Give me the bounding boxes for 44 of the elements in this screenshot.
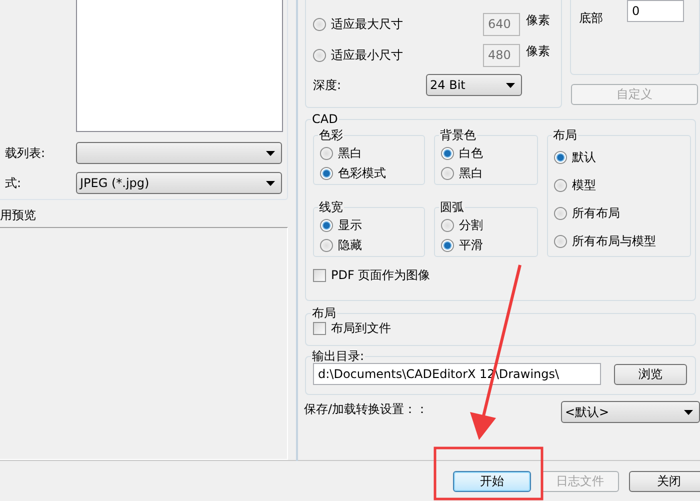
radio-button[interactable]: 适应最小尺寸 — [313, 46, 483, 64]
radio-button[interactable]: 所有布局 — [554, 205, 684, 222]
group-title: 布局 — [552, 128, 578, 142]
radio-button[interactable]: 黑白 — [320, 144, 418, 162]
field-label: 式: — [4, 174, 22, 192]
radio-button[interactable]: 平滑 — [441, 237, 531, 254]
group-title: 色彩 — [318, 128, 344, 142]
unit-label: 像素 — [526, 12, 550, 29]
field-label: 保存/加载转换设置：： — [304, 401, 428, 418]
caret-icon — [266, 180, 275, 186]
format-dropdown[interactable]: JPEG (*.jpg) — [76, 172, 282, 194]
caret-icon — [506, 82, 515, 88]
caret-icon — [684, 410, 693, 414]
group-title: 输出目录: — [311, 349, 366, 363]
group-title: CAD — [311, 112, 339, 126]
group-title: 圆弧 — [439, 200, 465, 214]
radio-button[interactable]: 默认 — [554, 148, 684, 166]
group-title: 背景色 — [439, 128, 477, 142]
unit-label: 像素 — [526, 43, 550, 60]
field-label: 底部 — [579, 10, 604, 27]
checkbox[interactable]: PDF 页面作为图像 — [313, 267, 688, 284]
settings-dropdown[interactable]: <默认> — [561, 401, 700, 423]
radio-button[interactable]: 显示 — [320, 216, 418, 234]
depth-dropdown[interactable]: 24 Bit — [426, 74, 522, 96]
load-list-dropdown[interactable] — [76, 142, 282, 164]
field-label: 载列表: — [4, 144, 46, 162]
group-title: 布局 — [311, 306, 337, 320]
group-title: 用预览 — [0, 206, 37, 223]
field-label: 深度: — [313, 76, 342, 94]
radio-button[interactable]: 黑白 — [441, 165, 531, 182]
radio-button[interactable]: 分割 — [441, 216, 531, 234]
group-title: 线宽 — [318, 200, 344, 214]
radio-button[interactable]: 模型 — [554, 176, 684, 194]
radio-button[interactable]: 隐藏 — [320, 237, 418, 254]
radio-button[interactable]: 色彩模式 — [320, 165, 418, 182]
checkbox[interactable]: 布局到文件 — [313, 320, 688, 337]
radio-button[interactable]: 所有布局与模型 — [554, 233, 684, 250]
browse-button[interactable]: 浏览 — [614, 364, 687, 384]
radio-button[interactable]: 白色 — [441, 144, 531, 162]
radio-button[interactable]: 适应最大尺寸 — [313, 16, 483, 32]
dialog-button[interactable]: 开始 — [453, 471, 531, 492]
dialog-button[interactable]: 关闭 — [629, 471, 700, 492]
bottom-input[interactable]: 0 — [627, 0, 684, 22]
caret-icon — [266, 150, 275, 156]
